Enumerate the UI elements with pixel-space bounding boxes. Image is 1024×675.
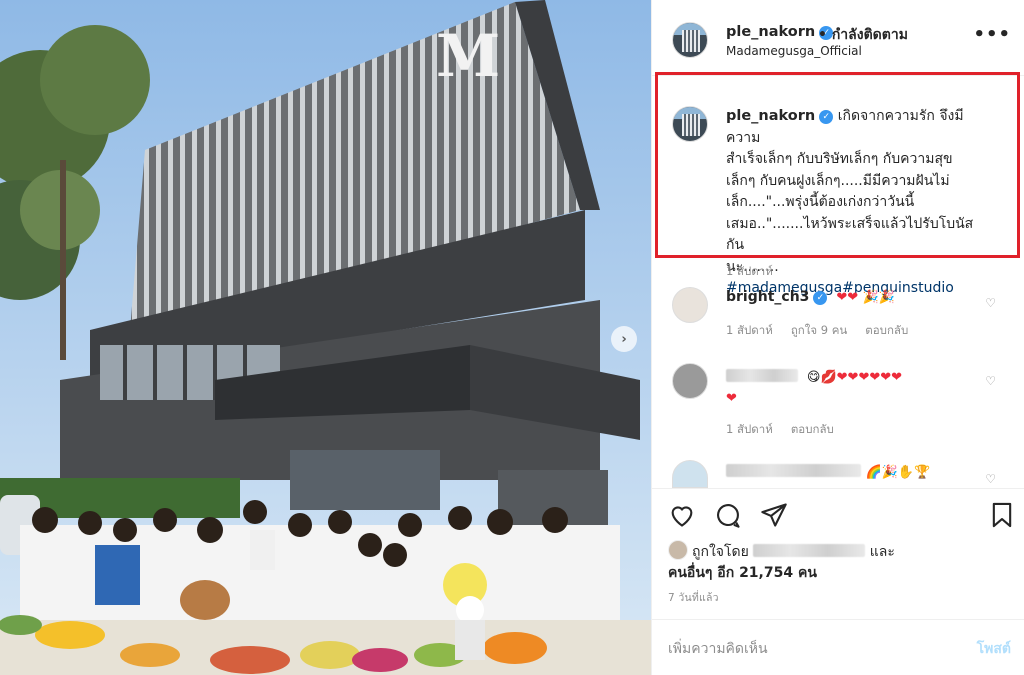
comment-likes-count[interactable]: ถูกใจ 9 คน [791,323,847,337]
reply-button[interactable]: ตอบกลับ [791,422,834,436]
face-emoji-icon: 😋 [806,370,821,385]
caption-line: เล็กๆ กับคนฝูงเล็กๆ.....มีมีความฝันไม่ [726,172,950,189]
caption-time: 1 สัปดาห์ [726,264,773,278]
caption-author-avatar[interactable] [672,106,708,142]
caption-line: เล็ก...."...พรุ่งนี้ต้องเก่งกว่าวันนี้ [726,194,915,210]
rainbow-emoji-icon: 🌈🎉✋🏆 [865,465,931,480]
comment-meta: 1 สัปดาห์ ถูกใจ 9 คน ตอบกลับ [726,322,926,340]
chevron-right-icon: › [621,331,627,347]
caption-line: สำเร็จเล็กๆ กับบริษัทเล็กๆ กับความสุข [726,151,953,167]
comment-like-heart-icon[interactable]: ♡ [985,296,996,310]
liked-by-and: และ [869,544,895,560]
following-status[interactable]: • กำลังติดตาม [818,24,908,46]
commenter-avatar[interactable] [672,460,708,488]
comment-blurred: 😋💋❤❤❤❤❤❤ ❤ [726,367,988,409]
liker-avatar[interactable] [668,540,688,560]
verified-icon: ✓ [819,110,834,124]
caption-username[interactable]: ple_nakorn [726,108,815,124]
comment-time: 1 สัปดาห์ [726,422,773,436]
comment-like-heart-icon[interactable]: ♡ [985,472,996,486]
liked-by-prefix: ถูกใจโดย [692,544,749,560]
post-action-bar [652,488,1024,534]
caption-line: เสมอ..".......ไหว้พระเสร็จแล้วไปรับโบนัส… [726,215,974,254]
post-header: ple_nakorn ✓ • กำลังติดตาม Madamegusga_Of… [652,0,1024,76]
commenter-avatar[interactable] [672,363,708,399]
blurred-liker-name [753,544,866,557]
likes-summary: ถูกใจโดย และ คนอื่นๆ อีก 21,754 คน [668,540,895,584]
post-side-panel: ple_nakorn ✓ • กำลังติดตาม Madamegusga_Of… [651,0,1024,675]
post-photo[interactable]: M › [0,0,651,675]
comment-meta: 1 สัปดาห์ ตอบกลับ [726,421,852,439]
comment-bright: bright_ch3 ✓ ❤❤ 🎉🎉 [726,289,895,305]
comment-blurred: 🌈🎉✋🏆 [726,464,930,480]
blurred-username [726,369,798,382]
add-comment-input[interactable]: เพิ่มความคิดเห็น [668,638,768,660]
heart-emoji-icon: 💋❤❤❤❤❤❤ [820,370,903,385]
author-username-text[interactable]: ple_nakorn [726,24,815,40]
likes-others-count[interactable]: คนอื่นๆ อีก 21,754 คน [668,565,817,581]
party-popper-icon: 🎉🎉 [862,290,895,305]
posted-time: 7 วันที่แล้ว [668,592,719,604]
commenter-avatar[interactable] [672,287,708,323]
comment-time: 1 สัปดาห์ [726,323,773,337]
next-photo-button[interactable]: › [611,326,637,352]
heart-icon[interactable] [668,501,696,529]
comment-like-heart-icon[interactable]: ♡ [985,374,996,388]
more-options-icon[interactable]: ••• [973,24,1011,45]
heart-emoji-icon: ❤ [726,391,737,406]
blurred-comment-text [726,464,861,477]
heart-emoji-icon: ❤❤ [836,290,859,305]
reply-button[interactable]: ตอบกลับ [865,323,908,337]
share-icon[interactable] [760,501,788,529]
comment-icon[interactable] [714,501,742,529]
location-link[interactable]: Madamegusga_Official [726,44,862,58]
comment-username[interactable]: bright_ch3 [726,289,809,305]
building-photo-illustration: M [0,0,651,675]
add-comment-bar: เพิ่มความคิดเห็น โพสต์ [652,619,1024,675]
author-avatar[interactable] [672,22,708,58]
instagram-post-view: M › ple_nakorn ✓ • กำลังติดตาม Madamegus… [0,0,1024,675]
verified-icon: ✓ [813,291,828,305]
bookmark-icon[interactable] [988,501,1016,529]
post-comment-button[interactable]: โพสต์ [977,638,1011,660]
building-logo: M [436,22,500,90]
